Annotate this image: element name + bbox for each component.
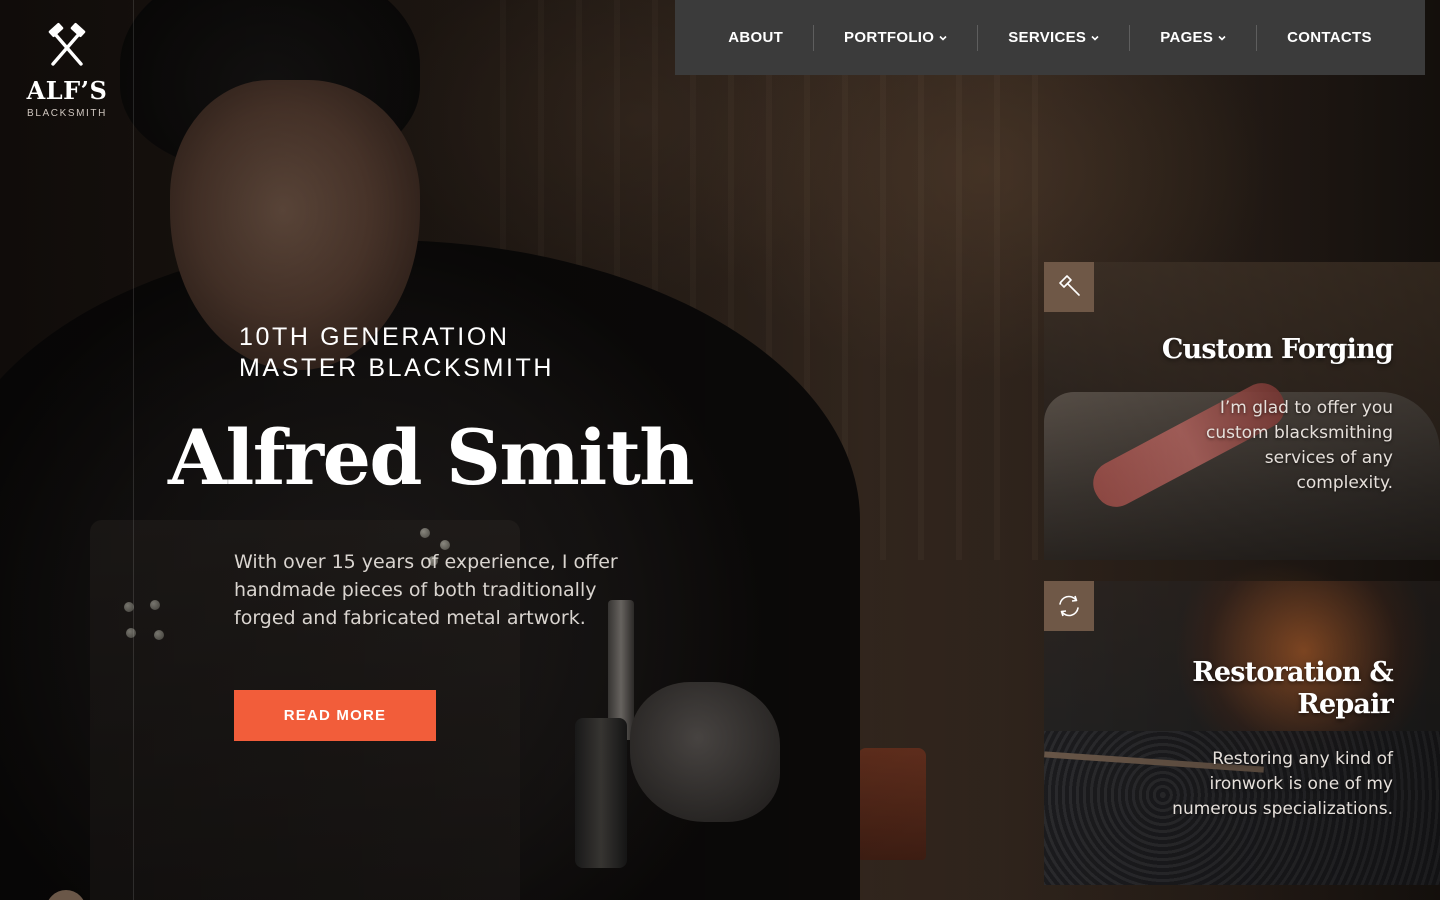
service-title: Restoration & Repair [1192, 657, 1394, 720]
service-card-restoration-repair[interactable]: Restoration & Repair Restoring any kind … [1044, 581, 1440, 885]
nav-item-label: PORTFOLIO [844, 29, 935, 46]
read-more-button[interactable]: READ MORE [234, 690, 436, 741]
hero-kicker-line1: 10TH GENERATION [239, 323, 510, 351]
hero-title: Alfred Smith [168, 413, 695, 502]
refresh-icon [1059, 595, 1079, 617]
service-description: I’m glad to offer you custom blacksmithi… [1206, 398, 1393, 493]
card-overlay [1044, 581, 1440, 885]
nav-item-label: ABOUT [728, 29, 784, 46]
service-card-custom-forging[interactable]: Custom Forging I’m glad to offer you cus… [1044, 262, 1440, 560]
nav-item-label: SERVICES [1008, 29, 1087, 46]
main-navigation: ABOUT PORTFOLIO SERVICES PAGES CONTACTS [675, 0, 1425, 75]
chevron-down-icon [1218, 35, 1226, 41]
hero-kicker: 10TH GENERATION MASTER BLACKSMITH [239, 322, 659, 384]
service-icon-box [1044, 262, 1094, 312]
nav-item-contacts[interactable]: CONTACTS [1257, 25, 1402, 51]
site-logo[interactable]: ALF’S BLACKSMITH [22, 22, 112, 134]
service-icon-box [1044, 581, 1094, 631]
chevron-down-icon [1091, 35, 1099, 41]
nav-item-portfolio[interactable]: PORTFOLIO [814, 25, 977, 51]
service-title: Custom Forging [1161, 334, 1394, 365]
nav-item-pages[interactable]: PAGES [1130, 25, 1256, 51]
hammer-icon [1059, 275, 1080, 296]
crossed-hammers-icon [48, 22, 86, 66]
chevron-down-icon [939, 35, 947, 41]
hero-description: With over 15 years of experience, I offe… [234, 551, 618, 629]
left-rail-divider [133, 0, 134, 900]
nav-item-services[interactable]: SERVICES [978, 25, 1129, 51]
brand-name: ALF’S [26, 76, 108, 105]
service-description: Restoring any kind of ironwork is one of… [1172, 749, 1393, 819]
nav-item-about[interactable]: ABOUT [698, 25, 813, 51]
page: ALF’S BLACKSMITH ABOUT PORTFOLIO SERVICE… [0, 0, 1440, 900]
nav-item-label: CONTACTS [1287, 29, 1372, 46]
nav-item-label: PAGES [1160, 29, 1214, 46]
hero-kicker-line2: MASTER BLACKSMITH [239, 354, 555, 382]
brand-tagline: BLACKSMITH [27, 108, 107, 119]
